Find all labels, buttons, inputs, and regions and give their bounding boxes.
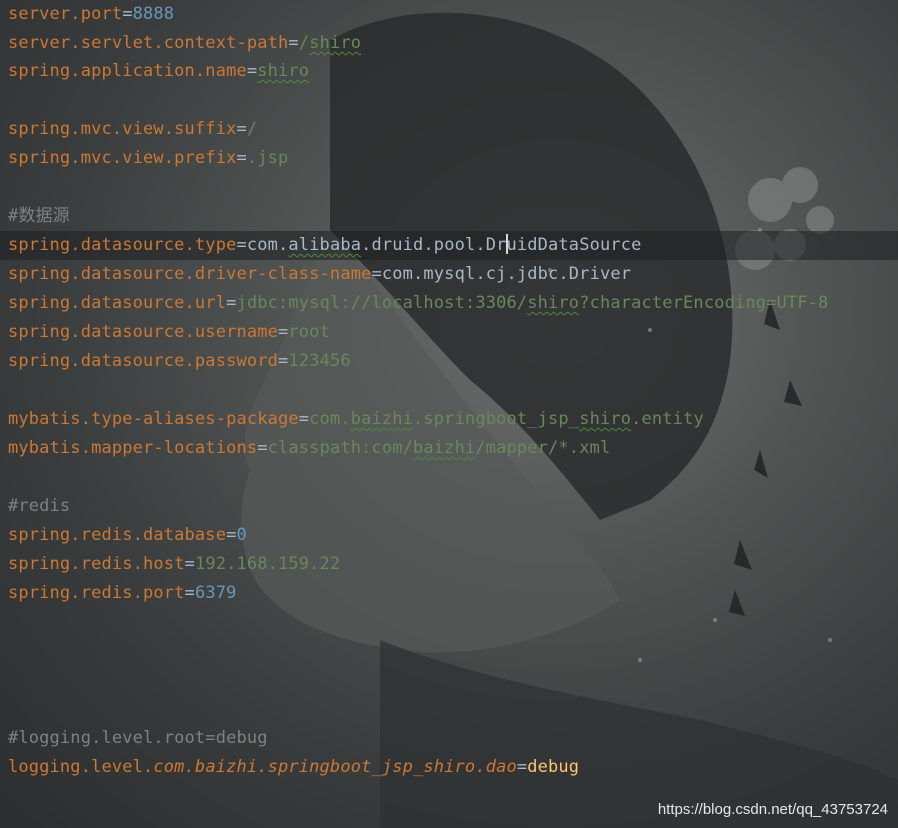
config-line[interactable]: mybatis.mapper-locations=classpath:com/b…: [8, 434, 610, 463]
property-value: com.mysql.cj.jdbc.Driver: [381, 264, 632, 284]
config-line[interactable]: spring.mvc.view.suffix=/: [8, 115, 257, 144]
property-value-typo: shiro: [257, 61, 310, 81]
property-value: classpath:com/: [267, 438, 414, 458]
comment-line: #数据源: [8, 206, 70, 226]
property-value-typo: shiro: [309, 33, 362, 53]
config-line[interactable]: spring.redis.database=0: [8, 521, 247, 550]
property-key: mybatis.type-aliases-package: [8, 409, 299, 429]
property-key: spring.datasource.password: [8, 351, 279, 371]
property-value-typo: baizhi: [413, 438, 476, 458]
equals-sign: =: [184, 583, 195, 603]
config-line[interactable]: spring.datasource.password=123456: [8, 347, 351, 376]
equals-sign: =: [278, 351, 289, 371]
equals-sign: =: [236, 119, 247, 139]
config-line[interactable]: logging.level.com.baizhi.springboot_jsp_…: [8, 753, 579, 782]
equals-sign: =: [236, 148, 247, 168]
equals-sign: =: [246, 61, 258, 81]
config-line[interactable]: mybatis.type-aliases-package=com.baizhi.…: [8, 405, 704, 434]
property-value: debug: [527, 757, 580, 777]
property-key: server.port: [8, 4, 123, 24]
property-value-typo: shiro: [527, 293, 580, 313]
property-value: .springboot_jsp_: [413, 409, 580, 429]
package-name: com.baizhi.springboot_jsp_shiro.dao: [153, 757, 517, 777]
property-key: mybatis.mapper-locations: [8, 438, 258, 458]
property-key: spring.datasource.driver-class-name: [8, 264, 372, 284]
config-line[interactable]: spring.application.name=shiro: [8, 57, 309, 86]
equals-sign: =: [226, 525, 237, 545]
watermark-url: https://blog.csdn.net/qq_43753724: [657, 801, 888, 818]
code-editor[interactable]: server.port=8888 server.servlet.context-…: [0, 0, 898, 828]
property-key: spring.datasource.type: [8, 235, 237, 255]
equals-sign: =: [516, 757, 528, 777]
property-value-typo: shiro: [579, 409, 632, 429]
property-value: root: [288, 322, 330, 342]
property-key: spring.datasource.url: [8, 293, 227, 313]
property-key: spring.mvc.view.prefix: [8, 148, 237, 168]
config-line[interactable]: spring.redis.port=6379: [8, 579, 236, 608]
property-value: 192.168.159.22: [194, 554, 341, 574]
config-line[interactable]: spring.redis.host=192.168.159.22: [8, 550, 340, 579]
property-key: spring.redis.port: [8, 583, 185, 603]
equals-sign: =: [236, 235, 247, 255]
equals-sign: =: [371, 264, 382, 284]
equals-sign: =: [278, 322, 289, 342]
property-value: /: [298, 33, 310, 53]
property-value: ?characterEncoding=UTF-8: [579, 293, 829, 313]
equals-sign: =: [122, 4, 133, 24]
comment-line: #redis: [8, 496, 71, 516]
config-line[interactable]: spring.mvc.view.prefix=.jsp: [8, 144, 288, 173]
property-value: 0: [236, 525, 247, 545]
equals-sign: =: [288, 33, 299, 53]
property-key: spring.redis.host: [8, 554, 185, 574]
property-value: /: [246, 119, 258, 139]
equals-sign: =: [257, 438, 268, 458]
config-line[interactable]: spring.datasource.type=com.alibaba.druid…: [8, 231, 642, 260]
property-key: spring.mvc.view.suffix: [8, 119, 237, 139]
comment-line: #logging.level.root=debug: [8, 728, 268, 748]
property-key: spring.redis.database: [8, 525, 227, 545]
property-value: com.: [309, 409, 351, 429]
property-value: 123456: [288, 351, 351, 371]
property-value: 8888: [132, 4, 175, 24]
property-value: 6379: [194, 583, 237, 603]
config-line[interactable]: server.port=8888: [8, 0, 174, 29]
property-key: logging.level.: [8, 757, 154, 777]
property-value: /mapper/*.xml: [475, 438, 611, 458]
config-line[interactable]: spring.datasource.url=jdbc:mysql://local…: [8, 289, 828, 318]
property-value: .entity: [631, 409, 704, 429]
property-value-typo: alibaba: [288, 235, 362, 255]
property-value: uidDataSource: [506, 235, 642, 255]
config-line[interactable]: spring.datasource.driver-class-name=com.…: [8, 260, 631, 289]
property-value: com.: [246, 235, 289, 255]
config-line[interactable]: spring.datasource.username=root: [8, 318, 330, 347]
property-key: server.servlet.context-path: [8, 33, 289, 53]
property-value: .jsp: [246, 148, 289, 168]
property-key: spring.application.name: [8, 61, 247, 81]
property-value: jdbc:mysql://localhost:3306/: [236, 293, 528, 313]
property-key: spring.datasource.username: [8, 322, 279, 342]
property-value-typo: baizhi: [350, 409, 414, 429]
property-value: .druid.pool.Dr: [361, 235, 507, 255]
config-line[interactable]: server.servlet.context-path=/shiro: [8, 29, 361, 58]
equals-sign: =: [298, 409, 310, 429]
equals-sign: =: [184, 554, 195, 574]
equals-sign: =: [226, 293, 237, 313]
